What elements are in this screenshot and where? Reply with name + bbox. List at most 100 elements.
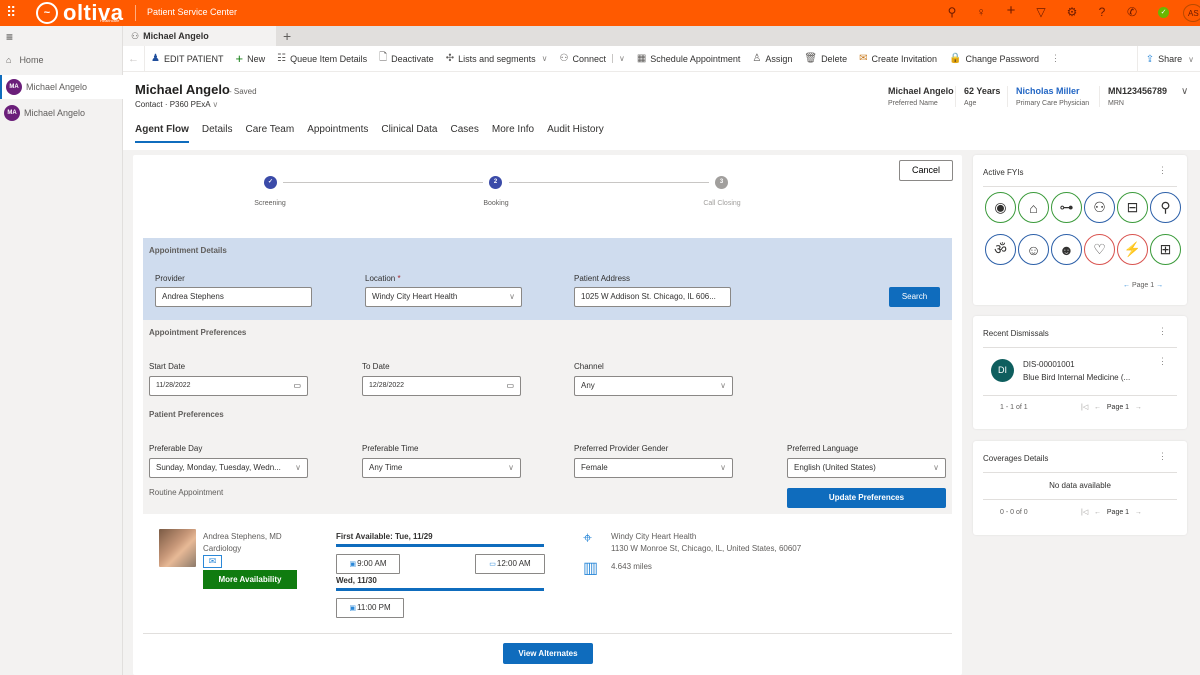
briefcase-icon[interactable]: ⊟ [1117,192,1148,223]
pcp-link[interactable]: Nicholas Miller [1016,86,1089,96]
dumbbell-icon[interactable]: ⊶ [1051,192,1082,223]
new-button[interactable]: + New [229,46,271,72]
filter-icon[interactable]: ▽ [1033,5,1049,19]
more-options-icon[interactable]: ⋮ [1158,165,1167,176]
more-options-icon[interactable]: ⋮ [1158,451,1167,462]
time-slot-button[interactable]: ▣9:00 AM [336,554,400,574]
eye-icon[interactable]: ◉ [985,192,1016,223]
deactivate-button[interactable]: 🗋 Deactivate [373,46,440,72]
chevron-down-icon[interactable]: ∨ [212,100,218,109]
more-availability-button[interactable]: More Availability [203,570,297,589]
share-button[interactable]: ⇪ Share ∨ [1136,46,1200,72]
preferable-time-select[interactable]: Any Time ∨ [362,458,521,478]
dog-icon[interactable]: ☻ [1051,234,1082,265]
previous-page-icon[interactable]: ← [1094,509,1101,516]
sidebar-recent-contact[interactable]: MA Michael Angelo [0,101,123,125]
preferable-time-label: Preferable Time [362,444,419,453]
couple-icon[interactable]: ⚲ [1150,192,1181,223]
start-date-input[interactable]: 11/28/2022 ▭ [149,376,308,396]
om-icon[interactable]: ॐ [985,234,1016,265]
divider [983,186,1177,187]
chevron-down-icon[interactable]: ∨ [611,54,625,63]
tab-agent-flow[interactable]: Agent Flow [135,124,189,143]
plus-icon[interactable]: + [1003,2,1019,19]
edit-patient-button[interactable]: ♟ EDIT PATIENT [145,46,229,72]
expand-header-chevron-icon[interactable]: ∨ [1181,86,1188,97]
lightbulb-icon[interactable]: ♀ [973,5,989,19]
search-icon[interactable]: ⚲ [944,5,960,19]
cancel-button[interactable]: Cancel [899,160,953,181]
first-page-icon[interactable]: |◁ [1081,404,1088,411]
time-slot-button[interactable]: ▣11:00 PM [336,598,404,618]
create-invitation-button[interactable]: ✉ Create Invitation [853,46,943,72]
item-options-icon[interactable]: ⋮ [1158,356,1167,367]
previous-page-icon[interactable]: ← [1094,404,1101,411]
record-subtitle: Contact · P360 PExA ∨ [135,100,219,109]
app-launcher-icon[interactable]: ⠿ [6,4,16,21]
provider-gender-label: Preferred Provider Gender [574,444,669,453]
connect-icon: ⚇ [559,53,569,64]
add-tab-button[interactable]: + [283,28,291,44]
queue-item-details-button[interactable]: ☷ Queue Item Details [271,46,373,72]
dismissal-id[interactable]: DIS-00001001 [1023,360,1075,369]
mail-icon[interactable]: ✉ [203,555,222,568]
hamburger-menu-icon[interactable]: ≡ [6,30,13,44]
home-icon[interactable]: ⌂ [1018,192,1049,223]
next-page-icon[interactable]: → [1135,404,1142,411]
channel-select[interactable]: Any ∨ [574,376,733,396]
search-button[interactable]: Search [889,287,940,307]
provider-input[interactable]: Andrea Stephens [155,287,312,307]
calendar-icon[interactable]: ▭ [506,377,514,395]
to-date-input[interactable]: 12/28/2022 ▭ [362,376,521,396]
header-field-age: 62 Years Age [955,86,1008,107]
more-commands-icon[interactable]: ⋮ [1045,46,1066,72]
tab-audit-history[interactable]: Audit History [547,124,604,143]
user-avatar[interactable]: AS [1183,4,1200,22]
provider-gender-select[interactable]: Female ∨ [574,458,733,478]
tab-cases[interactable]: Cases [451,124,479,143]
heart-stethoscope-icon[interactable]: ♡ [1084,234,1115,265]
back-button[interactable]: ← [123,45,145,72]
location-select[interactable]: Windy City Heart Health ∨ [365,287,522,307]
next-page-icon[interactable]: → [1135,509,1142,516]
tab-michael-angelo[interactable]: ⚇ Michael Angelo [123,26,276,46]
calendar-icon[interactable]: ▭ [293,377,301,395]
time-slot-button[interactable]: ▭12:00 AM [475,554,545,574]
tab-details[interactable]: Details [202,124,233,143]
delete-button[interactable]: 🗑 Delete [798,46,853,72]
preferred-language-select[interactable]: English (United States) ∨ [787,458,946,478]
assign-button[interactable]: ♙ Assign [746,46,798,72]
previous-page-icon[interactable]: ← [1123,282,1130,289]
lists-and-segments-button[interactable]: ✣ Lists and segments ∨ [440,46,554,72]
change-password-button[interactable]: 🔒 Change Password [943,46,1045,72]
divider [983,395,1177,396]
beer-icon[interactable]: ⊞ [1150,234,1181,265]
divider [983,499,1177,500]
tab-care-team[interactable]: Care Team [245,124,294,143]
schedule-appointment-button[interactable]: ▦ Schedule Appointment [631,46,747,72]
step-label-screening: Screening [254,200,286,207]
tab-clinical-data[interactable]: Clinical Data [381,124,437,143]
preferable-day-select[interactable]: Sunday, Monday, Tuesday, Wedn... ∨ [149,458,308,478]
form-selector[interactable]: P360 PExA [170,100,210,109]
contact-avatar: MA [4,105,20,121]
phone-icon[interactable]: ✆ [1124,5,1140,19]
family-icon[interactable]: ⚇ [1084,192,1115,223]
more-options-icon[interactable]: ⋮ [1158,326,1167,337]
presence-status-icon[interactable]: ✓ [1158,7,1169,18]
cat-icon[interactable]: ☺ [1018,234,1049,265]
tab-more-info[interactable]: More Info [492,124,534,143]
sidebar-item-home[interactable]: ⌂ Home [0,50,123,70]
connect-button[interactable]: ⚇ Connect ∨ [553,46,630,72]
patient-address-input[interactable]: 1025 W Addison St. Chicago, IL 606... [574,287,731,307]
tab-appointments[interactable]: Appointments [307,124,368,143]
fall-risk-icon[interactable]: ⚡ [1117,234,1148,265]
view-alternates-button[interactable]: View Alternates [503,643,593,664]
sidebar: ≡ ⌂ Home MA Michael Angelo MA Michael An… [0,26,123,675]
first-page-icon[interactable]: |◁ [1081,509,1088,516]
settings-icon[interactable]: ⚙ [1064,5,1080,19]
update-preferences-button[interactable]: Update Preferences [787,488,946,508]
help-icon[interactable]: ? [1094,5,1110,19]
next-page-icon[interactable]: → [1156,282,1163,289]
sidebar-recent-contact[interactable]: MA Michael Angelo [0,75,123,99]
